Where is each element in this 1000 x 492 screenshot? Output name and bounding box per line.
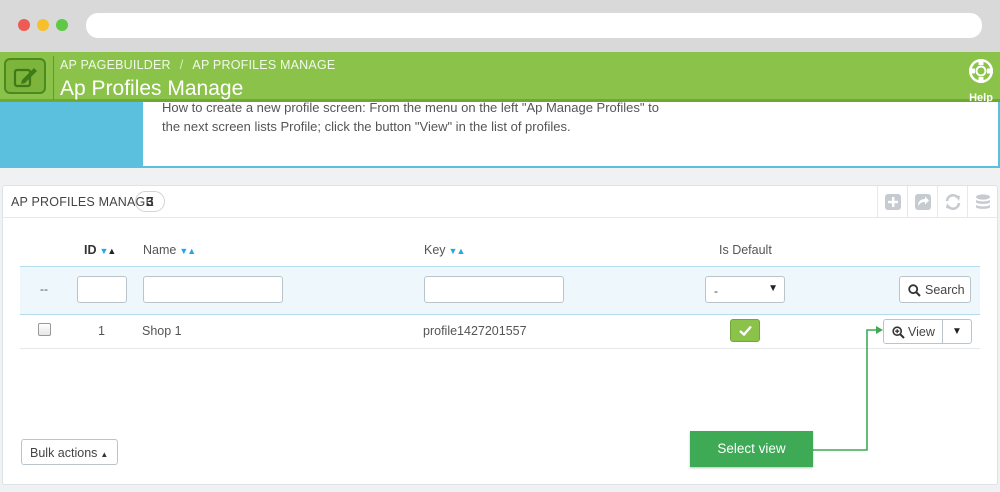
bulk-actions-label: Bulk actions: [30, 446, 98, 460]
page-header: AP PAGEBUILDER / AP PROFILES MANAGE Ap Pro…: [0, 52, 1000, 104]
is-default-toggle[interactable]: [730, 319, 760, 342]
column-key-label: Key: [424, 243, 446, 257]
panel-title: AP PROFILES MANAGE: [11, 195, 154, 209]
search-button[interactable]: Search: [899, 276, 971, 303]
breadcrumb: AP PAGEBUILDER / AP PROFILES MANAGE: [60, 58, 335, 72]
row-checkbox[interactable]: [38, 323, 51, 336]
address-bar[interactable]: [86, 13, 982, 38]
column-name[interactable]: Name ▼▲: [143, 243, 196, 257]
view-button[interactable]: View: [883, 319, 943, 344]
row-id: 1: [98, 324, 105, 338]
column-id[interactable]: ID ▼▲: [84, 243, 117, 257]
refresh-icon: [945, 194, 961, 210]
table-row: 1 Shop 1 profile1427201557 View ▼: [20, 315, 980, 349]
page-title: Ap Profiles Manage: [60, 77, 244, 100]
close-window-dot[interactable]: [18, 19, 30, 31]
add-icon: [885, 194, 901, 210]
edit-logo-icon: [4, 58, 46, 94]
sort-arrows-icon[interactable]: ▼▲: [100, 246, 117, 256]
sort-arrows-icon[interactable]: ▼▲: [179, 246, 196, 256]
caret-down-icon: ▼: [768, 283, 778, 294]
zoom-in-icon: [892, 326, 905, 339]
minimize-window-dot[interactable]: [37, 19, 49, 31]
filter-placeholder: --: [40, 282, 48, 296]
export-icon: [915, 194, 931, 210]
info-line-2: the next screen lists Profile; click the…: [162, 119, 571, 134]
row-name: Shop 1: [142, 324, 182, 338]
filter-row: -- - ▼ Search: [20, 266, 980, 315]
add-new-button[interactable]: [877, 186, 907, 217]
is-default-filter-value: -: [714, 284, 718, 298]
table-header: ID ▼▲ Name ▼▲ Key ▼▲ Is Default: [20, 237, 980, 265]
refresh-button[interactable]: [937, 186, 967, 217]
row-actions: View ▼: [883, 319, 972, 344]
caret-up-icon: ▲: [100, 450, 109, 459]
row-actions-dropdown[interactable]: ▼: [942, 319, 972, 344]
check-icon: [739, 325, 752, 336]
sort-arrows-icon[interactable]: ▼▲: [449, 246, 466, 256]
view-label: View: [908, 325, 935, 339]
is-default-filter-select[interactable]: - ▼: [705, 276, 785, 303]
key-filter-input[interactable]: [424, 276, 564, 303]
name-filter-input[interactable]: [143, 276, 283, 303]
column-is-default-label: Is Default: [719, 243, 772, 257]
breadcrumb-item-pagebuilder[interactable]: AP PAGEBUILDER: [60, 58, 171, 72]
bulk-actions-button[interactable]: Bulk actions ▲: [21, 439, 118, 465]
info-text: How to create a new profile screen: From…: [162, 98, 722, 136]
search-label: Search: [925, 283, 965, 297]
row-key: profile1427201557: [423, 324, 527, 338]
select-view-callout: Select view: [690, 431, 813, 467]
id-filter-input[interactable]: [77, 276, 127, 303]
help-button[interactable]: Help: [964, 56, 998, 104]
sql-manager-button[interactable]: [967, 186, 997, 217]
caret-down-icon: ▼: [952, 326, 962, 337]
export-button[interactable]: [907, 186, 937, 217]
column-id-label: ID: [84, 243, 97, 257]
column-key[interactable]: Key ▼▲: [424, 243, 466, 257]
maximize-window-dot[interactable]: [56, 19, 68, 31]
panel-heading: AP PROFILES MANAGE 3: [3, 186, 997, 218]
breadcrumb-item-profiles[interactable]: AP PROFILES MANAGE: [192, 58, 335, 72]
database-icon: [976, 194, 990, 209]
count-badge: 3: [135, 191, 165, 212]
column-name-label: Name: [143, 243, 177, 257]
browser-chrome: [0, 0, 1000, 52]
column-is-default: Is Default: [719, 243, 772, 257]
lifebuoy-icon: [969, 59, 993, 83]
search-icon: [908, 284, 921, 297]
header-divider: [53, 56, 54, 100]
help-label: Help: [969, 92, 993, 104]
breadcrumb-separator: /: [179, 58, 184, 72]
